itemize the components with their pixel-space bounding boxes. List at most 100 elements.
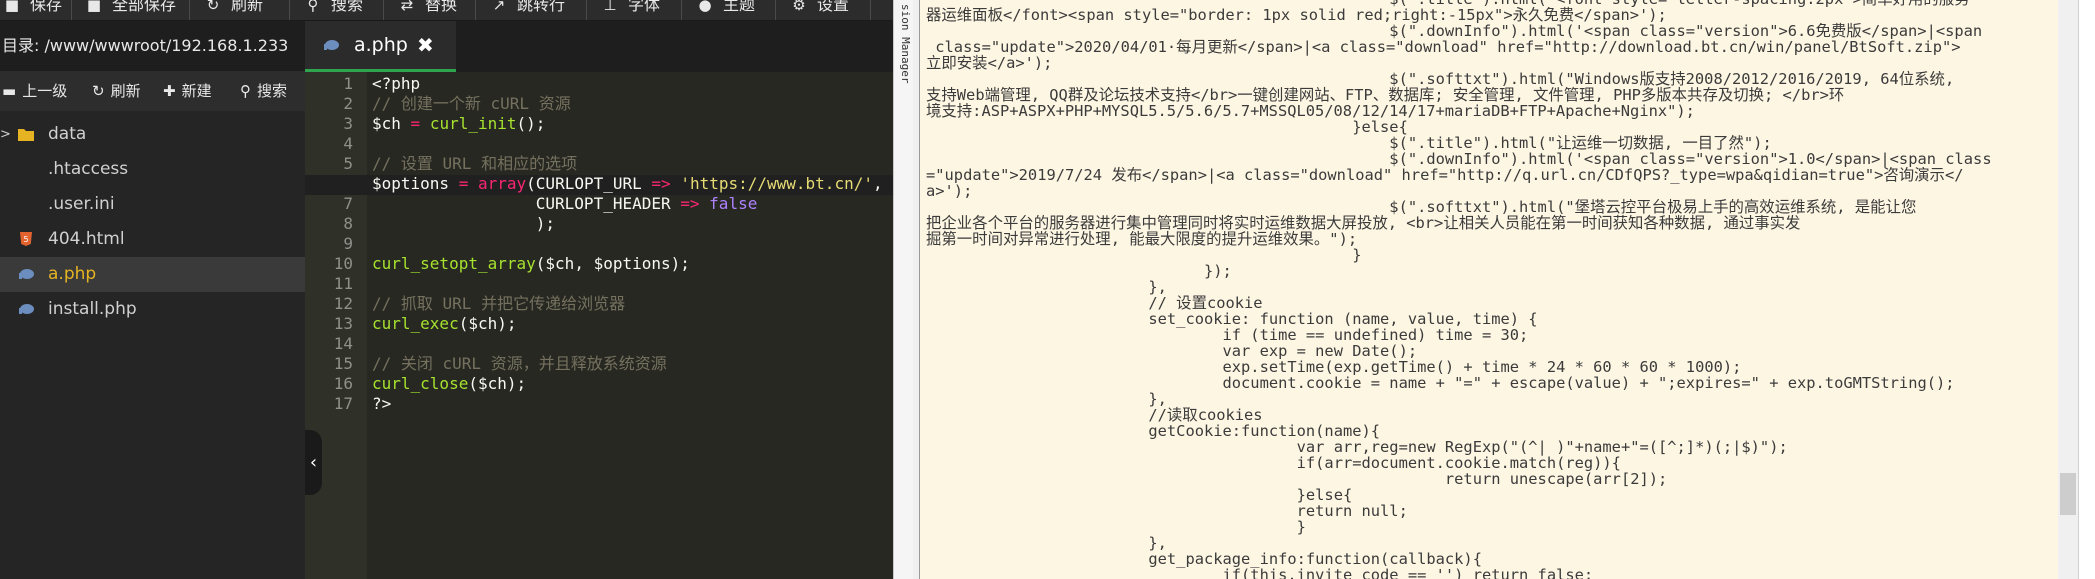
source-line: return unescape(arr[2]);: [926, 470, 1668, 488]
window-splitter[interactable]: sion Manager: [893, 0, 914, 579]
line-number: 13: [333, 314, 353, 333]
toolbar-divider: [475, 0, 476, 20]
source-line: }else{: [926, 486, 1353, 504]
close-icon[interactable]: ✖: [417, 21, 434, 69]
chevron-right-icon[interactable]: >: [0, 117, 11, 152]
file-panel-toolbar: ▬ 上一级 ↻ 刷新 ✚ 新建 ⚲ 搜索: [0, 71, 305, 111]
source-line: var arr,reg=new RegExp("(^| )"+name+"=([…: [926, 438, 1788, 456]
source-line: a>');: [926, 182, 973, 200]
html5-icon: 5: [20, 232, 32, 246]
source-line: get_package_info:function(callback){: [926, 550, 1482, 568]
collapse-panel-handle[interactable]: ‹: [305, 430, 322, 495]
line-number: 4: [343, 134, 353, 153]
replace-button[interactable]: ⇄ 替换: [399, 0, 457, 19]
new-file-button[interactable]: ✚ 新建: [163, 71, 212, 111]
chevron-left-icon: ‹: [309, 452, 318, 473]
toolbar-divider: [289, 0, 290, 20]
scrollbar-thumb[interactable]: [2060, 473, 2076, 515]
side-window-title: sion Manager: [899, 4, 912, 84]
file-tree: > data .htaccess .user.ini 5 404.html a.…: [0, 117, 305, 327]
current-path: 目录: /www/wwwroot/192.168.1.233: [0, 21, 307, 71]
line-number: 17: [333, 394, 353, 413]
font-icon: ⊥: [603, 0, 617, 14]
code-line: // 抓取 URL 并把它传递给浏览器: [372, 294, 626, 313]
code-area[interactable]: <?php// 创建一个新 cURL 资源 $ch = curl_init(); /…: [367, 72, 893, 579]
source-line: 掘第一时间对异常进行处理, 能最大限度的提升运维效果。");: [926, 230, 1358, 248]
editor-tab-bar: a.php ✖: [305, 21, 893, 72]
folder-icon: [18, 129, 34, 141]
php-elephant-icon: [19, 304, 34, 314]
source-line: //读取cookies: [926, 406, 1263, 424]
code-line: <?php: [372, 74, 421, 93]
code-line: $options = array(CURLOPT_URL => 'https:/…: [372, 174, 883, 193]
toolbar-divider: [586, 0, 587, 20]
source-line: }: [926, 246, 1362, 264]
line-number: 9: [343, 234, 353, 253]
search-button[interactable]: ⚲ 搜索: [305, 0, 364, 19]
source-line: }: [926, 518, 1306, 536]
save-all-icon: ■: [86, 0, 102, 14]
line-number: 3: [343, 114, 353, 133]
code-line: // 设置 URL 和相应的选项: [372, 154, 578, 173]
toolbar-divider: [189, 0, 190, 20]
source-line: 把企业各个平台的服务器进行集中管理同时将实时运维数据大屏投放, <br>让相关人…: [926, 214, 1801, 232]
source-viewer[interactable]: $(".title").html('<font style="letter-sp…: [920, 0, 2058, 579]
file-tree-item-a-php[interactable]: a.php: [0, 257, 305, 292]
search-files-button[interactable]: ⚲ 搜索: [240, 71, 287, 111]
source-line: }else{: [926, 118, 1408, 136]
code-line: curl_close($ch);: [372, 374, 527, 393]
toolbar-divider: [870, 0, 871, 20]
line-number: 14: [333, 334, 353, 353]
theme-button[interactable]: ● 主题: [697, 0, 755, 19]
code-line: curl_exec($ch);: [372, 314, 517, 333]
up-level-icon: ▬: [2, 82, 17, 100]
tab-title: a.php: [354, 34, 408, 56]
window-border: [913, 0, 920, 579]
source-line: var exp = new Date();: [926, 342, 1418, 360]
font-button[interactable]: ⊥ 字体: [602, 0, 660, 19]
source-line: class="update">2020/04/01·每月更新</span>|<a…: [926, 38, 1961, 56]
save-icon: ■: [4, 0, 20, 14]
refresh-button[interactable]: ↻ 刷新: [205, 0, 263, 19]
source-line: 立即安装</a>');: [926, 54, 1053, 72]
code-line: CURLOPT_HEADER => false: [535, 194, 758, 213]
line-number: 5: [343, 154, 353, 173]
replace-icon: ⇄: [400, 0, 414, 14]
source-line: if(this.invite_code == '') return false;: [926, 566, 1594, 579]
file-tree-item-404-html[interactable]: 5 404.html: [0, 222, 305, 257]
tab-a-php[interactable]: a.php ✖: [305, 21, 456, 72]
code-line: ?>: [372, 394, 392, 413]
toolbar-divider: [775, 0, 776, 20]
source-line: 支持Web端管理, QQ群及论坛技术支持</br>一键创建网站、FTP、数据库;…: [926, 86, 1845, 104]
up-level-button[interactable]: ▬ 上一级: [2, 71, 67, 111]
code-line: // 创建一个新 cURL 资源: [372, 94, 571, 113]
settings-button[interactable]: ⚙ 设置: [791, 0, 849, 19]
source-line: 器运维面板</font><span style="border: 1px sol…: [926, 6, 1667, 24]
source-line: return null;: [926, 502, 1408, 520]
line-number: 15: [333, 354, 353, 373]
php-elephant-icon: [19, 269, 34, 279]
goto-line-button[interactable]: ↗ 跳转行: [491, 0, 565, 19]
file-tree-item-install-php[interactable]: install.php: [0, 292, 305, 327]
line-number: 8: [343, 214, 353, 233]
source-line: },: [926, 534, 1167, 552]
source-line: getCookie:function(name){: [926, 422, 1381, 440]
code-line: $ch = curl_init();: [372, 114, 546, 133]
refresh-icon: ↻: [206, 0, 220, 14]
refresh-files-button[interactable]: ↻ 刷新: [92, 71, 141, 111]
search-icon: ⚲: [307, 0, 319, 14]
save-all-button[interactable]: ■ 全部保存: [86, 0, 176, 19]
source-line: if(arr=document.cookie.match(reg)){: [926, 454, 1621, 472]
line-number: 16: [333, 374, 353, 393]
source-line: },: [926, 390, 1167, 408]
line-number: 1: [343, 74, 353, 93]
svg-text:5: 5: [23, 235, 28, 244]
file-tree-item-htaccess[interactable]: .htaccess: [0, 152, 305, 187]
toolbar-divider: [383, 0, 384, 20]
file-tree-item-data[interactable]: > data: [0, 117, 305, 152]
source-line: // 设置cookie: [926, 294, 1263, 312]
save-button[interactable]: ■ 保存: [4, 0, 62, 19]
file-tree-item-user-ini[interactable]: .user.ini: [0, 187, 305, 222]
line-number: 7: [343, 194, 353, 213]
editor-toolbar: ■ 保存 ■ 全部保存 ↻ 刷新 ⚲ 搜索 ⇄ 替换 ↗ 跳转行 ⊥ 字体 ● 主题 ⚙ 设置: [0, 0, 893, 21]
